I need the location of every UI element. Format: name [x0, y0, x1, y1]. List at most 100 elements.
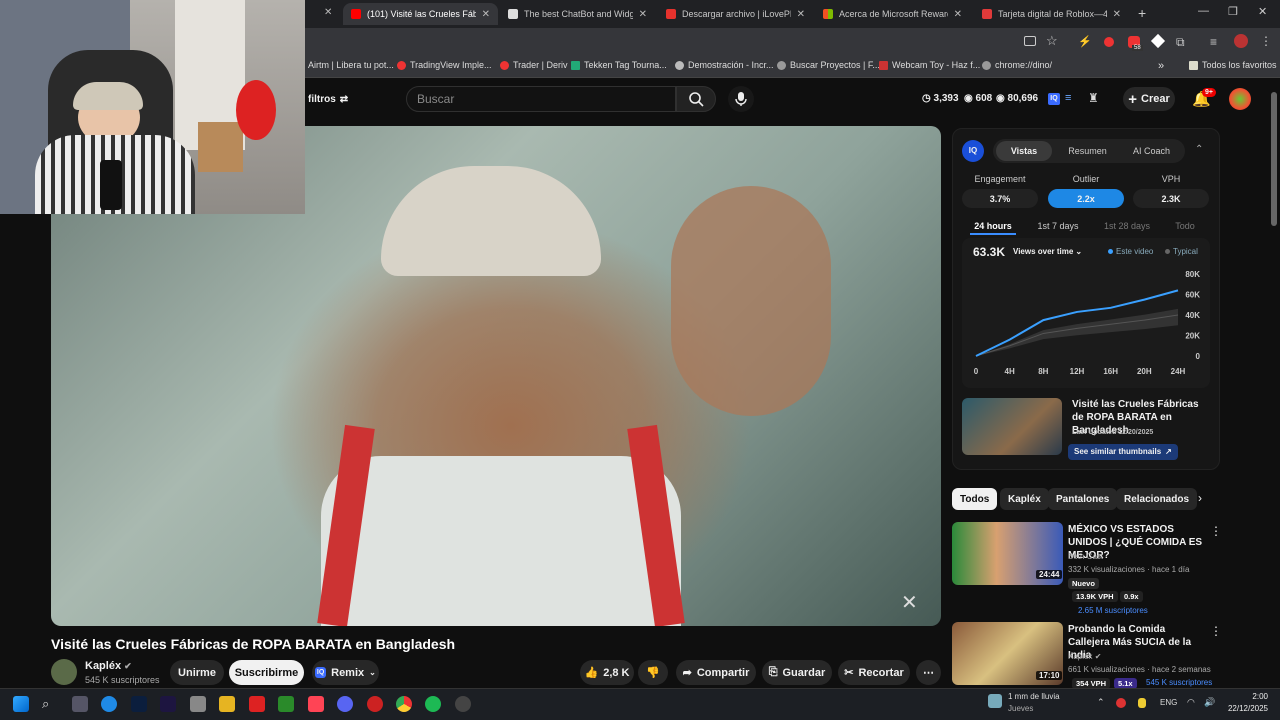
close-tab-icon[interactable]: ✕ — [954, 9, 962, 20]
join-button[interactable]: Unirme — [170, 660, 224, 685]
tab-chatbot[interactable]: The best ChatBot and Widgets✕ — [500, 3, 655, 25]
stat-coins: ◷ 3,393 — [922, 93, 959, 104]
edge-icon[interactable] — [101, 696, 117, 712]
bars-icon[interactable]: ≡ — [1065, 92, 1071, 104]
tab-resumen[interactable]: Resumen — [1060, 146, 1115, 156]
trophy-icon[interactable]: ♜ — [1088, 91, 1099, 105]
clip-button[interactable]: ✂ Recortar — [838, 660, 910, 685]
bookmark-demo[interactable]: Demostración - Incr... — [675, 60, 774, 70]
photoshop-icon[interactable] — [131, 696, 147, 712]
views-mode-dropdown[interactable]: Views over time ⌄ — [1013, 247, 1082, 256]
tab-ilovepdf[interactable]: Descargar archivo | iLovePDF ✕ — [658, 3, 813, 25]
vidiq-thumbnail[interactable] — [962, 398, 1062, 455]
like-button[interactable]: 👍 2,8 K — [580, 660, 634, 685]
extension-icon[interactable]: ⚡ — [1078, 35, 1092, 48]
bookmark-airtm[interactable]: Airtm | Libera tu pot... — [308, 60, 394, 70]
similar-thumbnails-button[interactable]: See similar thumbnails ↗ — [1068, 444, 1178, 460]
windows-start-icon[interactable] — [13, 696, 29, 712]
premiere-icon[interactable] — [160, 696, 176, 712]
range-all[interactable]: Todo — [1170, 221, 1200, 231]
tab-youtube[interactable]: (101) Visité las Crueles Fábricas✕ — [343, 3, 498, 25]
bookmark-dino[interactable]: chrome://dino/ — [982, 60, 1052, 70]
rec-channel[interactable]: Beth Cast — [1068, 552, 1103, 561]
puzzle-icon[interactable]: ⧉ — [1176, 35, 1185, 50]
voice-search-button[interactable] — [728, 86, 754, 112]
account-avatar[interactable] — [1229, 88, 1251, 110]
bookmark-webcam[interactable]: Webcam Toy - Haz f... — [879, 60, 980, 70]
chip-kaplex[interactable]: Kapléx — [1000, 488, 1049, 510]
bookmark-proyectos[interactable]: Buscar Proyectos | F... — [777, 60, 880, 70]
search-button[interactable] — [676, 86, 716, 112]
page-scrollbar[interactable] — [1271, 92, 1277, 226]
xbox-icon[interactable] — [278, 696, 294, 712]
app-icon[interactable] — [367, 696, 383, 712]
reading-list-icon[interactable]: ≡ — [1210, 35, 1217, 49]
close-tab-icon[interactable]: ✕ — [324, 7, 332, 18]
collapse-icon[interactable]: ⌃ — [1195, 144, 1203, 155]
volume-icon[interactable]: 🔊 — [1204, 697, 1215, 708]
dislike-button[interactable]: 👎 — [638, 660, 668, 685]
maximize-icon[interactable]: ❐ — [1228, 5, 1238, 18]
create-button[interactable]: + Crear — [1123, 87, 1175, 111]
spotify-icon[interactable] — [425, 696, 441, 712]
store-icon[interactable] — [190, 696, 206, 712]
bookmark-tradingview[interactable]: TradingView Imple... — [397, 60, 492, 70]
bookmark-tekken[interactable]: Tekken Tag Tourna... — [571, 60, 667, 70]
chip-todos[interactable]: Todos — [952, 488, 998, 510]
tab-rewards[interactable]: Acerca de Microsoft Rewards ✕ — [815, 3, 970, 25]
rec-more-icon[interactable]: ⋮ — [1210, 524, 1222, 538]
extension-diamond-icon[interactable] — [1150, 33, 1166, 49]
vidiq-icon[interactable]: IQ — [1048, 93, 1060, 105]
save-button[interactable]: ⎘ Guardar — [762, 660, 832, 685]
close-tab-icon[interactable]: ✕ — [639, 9, 647, 20]
folder-icon[interactable] — [219, 696, 235, 712]
remix-button[interactable]: IQ Remix ⌄ — [312, 660, 379, 685]
tray-app-icon[interactable] — [1116, 698, 1126, 708]
star-icon[interactable]: ☆ — [1046, 33, 1058, 49]
tray-mic-icon[interactable] — [1138, 698, 1146, 708]
tab-vistas[interactable]: Vistas — [996, 141, 1052, 161]
extension-red-icon[interactable] — [1104, 37, 1114, 47]
chips-next-icon[interactable]: › — [1198, 491, 1202, 505]
profile-avatar[interactable] — [1234, 34, 1248, 48]
wifi-icon[interactable]: ◠ — [1187, 697, 1195, 708]
minimize-icon[interactable]: — — [1198, 5, 1209, 17]
close-window-icon[interactable]: ✕ — [1258, 5, 1267, 18]
tab-roblox[interactable]: Tarjeta digital de Roblox—400 ✕ — [974, 3, 1129, 25]
search-input[interactable]: Buscar — [406, 86, 676, 112]
filters-button[interactable]: filtros ⇄ — [308, 94, 348, 105]
bookmark-deriv[interactable]: Trader | Deriv — [500, 60, 568, 70]
channel-name[interactable]: Kapléx ✔ — [85, 660, 132, 672]
search-icon[interactable]: ⌕ — [42, 696, 58, 712]
chip-pantalones[interactable]: Pantalones — [1048, 488, 1118, 510]
rec-more-icon[interactable]: ⋮ — [1210, 624, 1222, 638]
tray-chevron-icon[interactable]: ⌃ — [1097, 697, 1105, 708]
language-indicator[interactable]: ENG — [1160, 698, 1177, 707]
obs-icon[interactable] — [455, 696, 471, 712]
all-bookmarks[interactable]: Todos los favoritos — [1189, 60, 1277, 70]
more-actions-button[interactable]: ⋯ — [916, 660, 941, 685]
tab-ai-coach[interactable]: AI Coach — [1124, 146, 1179, 156]
new-tab-icon[interactable]: + — [1138, 5, 1146, 21]
range-24h[interactable]: 24 hours — [970, 221, 1016, 235]
bookmarks-overflow-icon[interactable]: » — [1158, 60, 1164, 72]
rec-channel[interactable]: Kapléx ✔ — [1068, 652, 1101, 661]
weather-icon[interactable] — [988, 694, 1002, 708]
install-icon[interactable] — [1024, 36, 1036, 46]
range-7d[interactable]: 1st 7 days — [1032, 221, 1084, 231]
chrome-icon[interactable] — [396, 696, 412, 712]
close-tab-icon[interactable]: ✕ — [482, 9, 490, 20]
deriv-icon[interactable] — [249, 696, 265, 712]
brave-icon[interactable] — [308, 696, 324, 712]
chip-relacionados[interactable]: Relacionados — [1116, 488, 1198, 510]
more-menu-icon[interactable]: ⋮ — [1260, 34, 1272, 48]
subscribe-button[interactable]: Suscribirme — [229, 660, 304, 685]
verified-icon: ✔ — [124, 661, 132, 671]
discord-icon[interactable] — [337, 696, 353, 712]
close-tab-icon[interactable]: ✕ — [1113, 9, 1121, 20]
task-view-icon[interactable] — [72, 696, 88, 712]
share-button[interactable]: ➦ Compartir — [676, 660, 756, 685]
channel-avatar[interactable] — [51, 659, 77, 685]
range-28d[interactable]: 1st 28 days — [1098, 221, 1156, 231]
close-tab-icon[interactable]: ✕ — [797, 9, 805, 20]
